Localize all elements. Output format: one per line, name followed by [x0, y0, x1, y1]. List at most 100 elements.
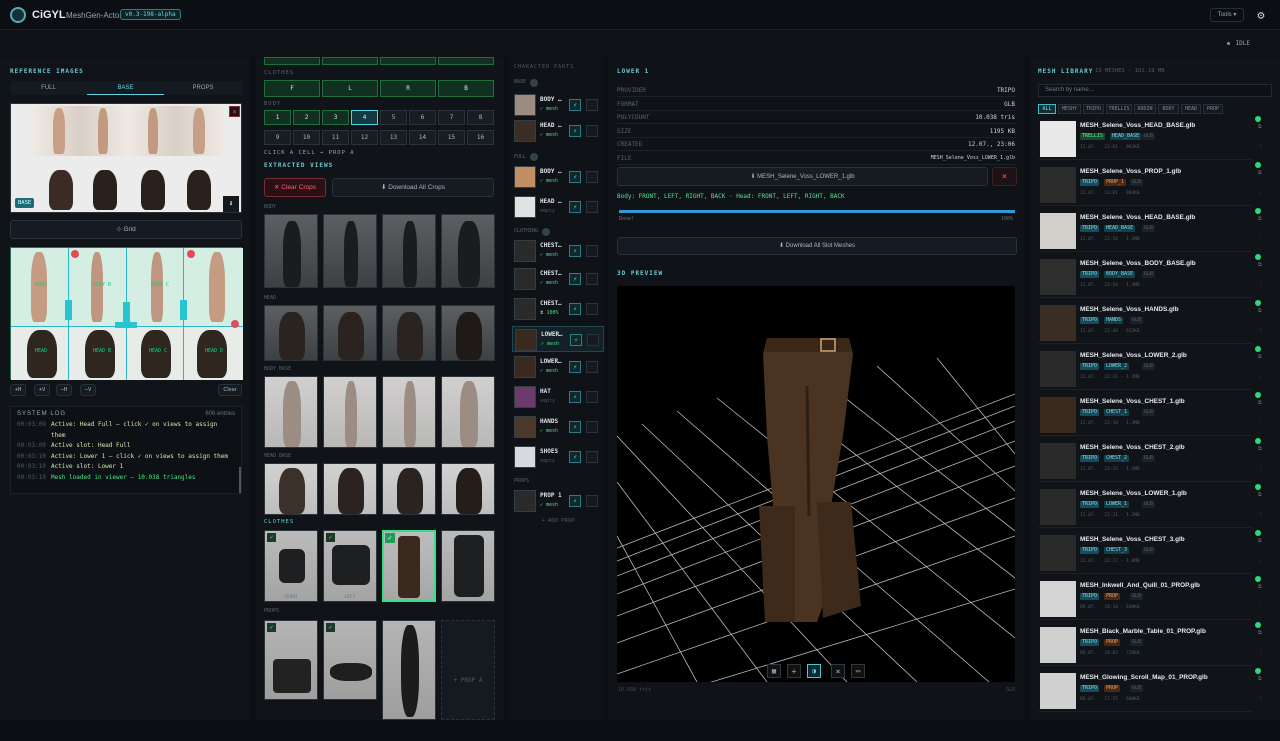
grid-cell[interactable]: 3	[322, 110, 349, 125]
assign-icon[interactable]: ⧉	[1258, 538, 1262, 544]
clothes-thumb[interactable]: ✓	[264, 530, 318, 602]
grid-cell[interactable]: 11	[322, 130, 349, 145]
more-icon[interactable]: ⋮	[1258, 374, 1263, 380]
library-search[interactable]: Search by name...	[1038, 84, 1272, 97]
grid-cell[interactable]: 15	[438, 130, 465, 145]
crop-thumb[interactable]	[264, 463, 318, 515]
add-prop-slot[interactable]: + PROP A	[441, 620, 495, 720]
generate-icon[interactable]: ⚡	[569, 421, 581, 433]
filter-head[interactable]: HEAD	[1181, 104, 1201, 114]
slot-menu-button[interactable]	[586, 201, 598, 213]
crop-thumb[interactable]	[323, 305, 377, 361]
crop-thumb[interactable]	[264, 214, 318, 288]
assign-icon[interactable]: ⧉	[1258, 308, 1262, 314]
assign-icon[interactable]: ⧉	[1258, 170, 1262, 176]
part-slot[interactable]: CHEST… ✓ mesh ⚡	[512, 266, 604, 292]
clothes-thumb[interactable]	[441, 530, 495, 602]
add-h-button[interactable]: +H	[10, 384, 26, 396]
grid-handle[interactable]	[180, 300, 187, 320]
library-item[interactable]: MESH_Selene_Voss_BODY_BASE.glb TRIPO BODY_…	[1038, 256, 1263, 298]
clothes-cell-l[interactable]: L	[322, 80, 378, 97]
filter-meshy[interactable]: MESHY	[1058, 104, 1081, 114]
slot-menu-button[interactable]	[586, 303, 598, 315]
prop-thumb[interactable]	[382, 620, 436, 720]
grid-cell[interactable]: 16	[467, 130, 494, 145]
add-v-button[interactable]: +V	[34, 384, 50, 396]
tools-menu-button[interactable]: Tools ▾	[1210, 8, 1244, 22]
crop-thumb[interactable]	[382, 376, 436, 448]
slot-menu-button[interactable]	[586, 125, 598, 137]
clothes-cell-b[interactable]: B	[438, 80, 494, 97]
download-mesh-button[interactable]: ⬇ MESH_Selene_Voss_LOWER_1.glb	[617, 167, 988, 186]
wireframe-icon[interactable]: ×	[831, 664, 845, 678]
part-slot[interactable]: HAT empty ⚡	[512, 384, 604, 410]
slot-menu-button[interactable]	[586, 171, 598, 183]
clothes-thumb[interactable]: ✓	[323, 530, 377, 602]
part-slot[interactable]: HEAD … empty ⚡	[512, 194, 604, 220]
library-item[interactable]: MESH_Selene_Voss_PROP_1.glb TRIPO PROP_1 GL…	[1038, 164, 1263, 206]
grid-icon[interactable]: ▦	[767, 664, 781, 678]
slot-menu-button[interactable]	[586, 273, 598, 285]
more-icon[interactable]: ⋮	[1258, 282, 1263, 288]
clothes-cell-top[interactable]	[322, 57, 378, 65]
remove-h-button[interactable]: −H	[56, 384, 72, 396]
clothes-cell-top[interactable]	[438, 57, 494, 65]
library-item[interactable]: MESH_Selene_Voss_CHEST_3.glb TRIPO CHEST_3…	[1038, 532, 1263, 574]
grid-handle[interactable]	[65, 300, 72, 320]
assign-icon[interactable]: ⧉	[1258, 124, 1262, 130]
crop-thumb[interactable]	[323, 214, 377, 288]
gear-icon[interactable]: ⚙	[1254, 8, 1268, 22]
slot-menu-button[interactable]	[586, 361, 598, 373]
crop-thumb[interactable]	[264, 305, 318, 361]
remove-line-icon[interactable]	[231, 320, 239, 328]
remove-line-icon[interactable]	[187, 250, 195, 258]
slot-menu-button[interactable]	[587, 334, 599, 346]
generate-icon[interactable]: ⚡	[569, 495, 581, 507]
more-icon[interactable]: ⋮	[1258, 512, 1263, 518]
clear-crops-button[interactable]: ✕ Clear Crops	[264, 178, 326, 197]
clear-grid-button[interactable]: Clear	[218, 384, 242, 396]
assign-icon[interactable]: ⧉	[1258, 584, 1262, 590]
shaded-icon[interactable]: ◑	[807, 664, 821, 678]
remove-line-icon[interactable]	[71, 250, 79, 258]
axes-icon[interactable]: +	[787, 664, 801, 678]
library-item[interactable]: MESH_Selene_Voss_CHEST_1.glb TRIPO CHEST_1…	[1038, 394, 1263, 436]
grid-cell[interactable]: 12	[351, 130, 378, 145]
more-icon[interactable]: ⋮	[1258, 328, 1263, 334]
download-all-slot-meshes-button[interactable]: ⬇ Download All Slot Meshes	[617, 237, 1017, 255]
more-icon[interactable]: ⋮	[1258, 650, 1263, 656]
filter-trellis[interactable]: TRELLIS	[1106, 104, 1132, 114]
prop-thumb[interactable]: ✓	[264, 620, 318, 700]
assign-icon[interactable]: ⧉	[1258, 216, 1262, 222]
assign-icon[interactable]: ⧉	[1258, 446, 1262, 452]
filter-prop[interactable]: PROP	[1203, 104, 1223, 114]
add-prop-button[interactable]: + ADD PROP	[512, 518, 604, 524]
grid-cell[interactable]: 7	[438, 110, 465, 125]
more-icon[interactable]: ⋮	[1258, 466, 1263, 472]
more-icon[interactable]: ⋮	[1258, 696, 1263, 702]
slot-menu-button[interactable]	[586, 245, 598, 257]
library-item[interactable]: MESH_Black_Marble_Table_01_PROP.glb TRIPO…	[1038, 624, 1263, 666]
grid-cell[interactable]: 8	[467, 110, 494, 125]
part-slot[interactable]: CHEST… ⧗ 100% ⚡	[512, 296, 604, 322]
assign-icon[interactable]: ⧉	[1258, 492, 1262, 498]
more-icon[interactable]: ⋮	[1258, 236, 1263, 242]
part-slot[interactable]: BODY … ✓ mesh ⚡	[512, 164, 604, 190]
assign-icon[interactable]: ⧉	[1258, 630, 1262, 636]
generate-icon[interactable]: ⚡	[569, 201, 581, 213]
close-icon[interactable]: ×	[229, 106, 240, 117]
screenshot-icon[interactable]: ▭	[851, 664, 865, 678]
part-slot[interactable]: HANDS ✓ mesh ⚡	[512, 414, 604, 440]
crop-thumb[interactable]	[323, 463, 377, 515]
more-icon[interactable]: ⋮	[1258, 558, 1263, 564]
tab-props[interactable]: PROPS	[164, 81, 242, 95]
more-icon[interactable]: ⋮	[1258, 190, 1263, 196]
log-scrollbar[interactable]	[239, 467, 241, 493]
prop-thumb[interactable]: ✓	[323, 620, 377, 700]
clothes-thumb-selected[interactable]: ✓	[382, 530, 436, 602]
library-item[interactable]: MESH_Inkwell_And_Quill_01_PROP.glb TRIPO P…	[1038, 578, 1263, 620]
grid-handle[interactable]	[123, 302, 130, 322]
download-icon[interactable]: ⬇	[223, 196, 239, 212]
crop-thumb[interactable]	[382, 463, 436, 515]
slot-menu-button[interactable]	[586, 451, 598, 463]
